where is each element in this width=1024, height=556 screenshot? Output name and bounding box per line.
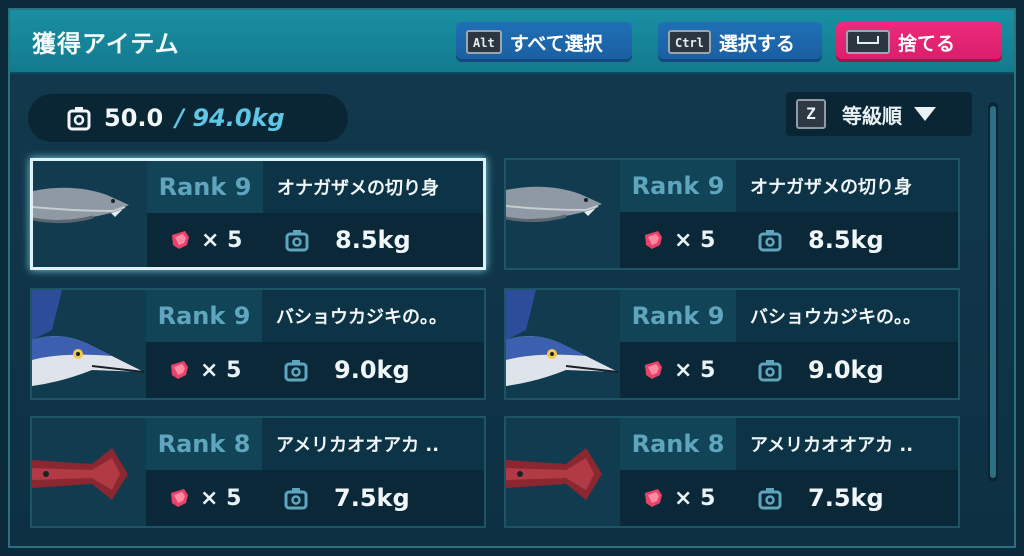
item-card[interactable]: Rank 9 オナガザメの切り身 × 5 8.5kg (504, 158, 960, 270)
item-name: オナガザメの切り身 (736, 160, 958, 212)
sort-dropdown[interactable]: Z 等級順 (786, 92, 972, 136)
rank-cell: Rank 9 (147, 161, 263, 213)
select-all-button[interactable]: Alt すべて選択 (456, 22, 632, 62)
meat-icon (645, 489, 662, 507)
item-quantity: × 5 (201, 227, 243, 253)
acquired-items-panel: 獲得アイテム Alt すべて選択 Ctrl 選択する 捨てる 50.0 / 94… (8, 8, 1016, 548)
current-weight: 50.0 (104, 104, 164, 132)
item-stats: × 5 9.0kg (146, 342, 484, 398)
marlin-thumbnail (32, 290, 146, 398)
item-weight: 8.5kg (335, 226, 411, 254)
weight-icon (758, 360, 782, 382)
space-key-icon (846, 30, 890, 54)
item-stats: × 5 8.5kg (147, 213, 483, 267)
weight-icon (284, 360, 308, 382)
scale-icon (67, 107, 91, 131)
rank-cell: Rank 9 (146, 290, 262, 342)
weight-icon (758, 488, 782, 510)
rank-label: Rank 8 (157, 430, 251, 458)
sort-label: 等級順 (842, 103, 902, 128)
scrollbar-thumb[interactable] (990, 106, 996, 478)
item-weight: 8.5kg (808, 226, 884, 254)
alt-key-icon: Alt (466, 30, 502, 54)
item-weight: 9.0kg (808, 356, 884, 384)
squid-thumbnail (506, 418, 620, 526)
panel-title: 獲得アイテム (32, 30, 180, 58)
dropdown-triangle-icon (914, 107, 936, 121)
item-stats: × 5 8.5kg (620, 212, 958, 268)
item-quantity: × 5 (200, 485, 242, 511)
rank-cell: Rank 9 (620, 160, 736, 212)
rank-cell: Rank 8 (620, 418, 736, 470)
select-label: 選択する (718, 32, 795, 55)
meat-icon (171, 361, 188, 379)
rank-label: Rank 9 (157, 302, 251, 330)
marlin-thumbnail (506, 290, 620, 398)
z-key-icon: Z (796, 99, 826, 129)
item-stats: × 5 7.5kg (620, 470, 958, 526)
item-name: アメリカオオアカ .. (736, 418, 958, 470)
item-quantity: × 5 (674, 357, 716, 383)
rank-label: Rank 9 (158, 173, 252, 201)
item-card[interactable]: Rank 9 バショウカジキの。。 × 5 9.0kg (30, 288, 486, 400)
rank-label: Rank 9 (631, 302, 725, 330)
rank-cell: Rank 8 (146, 418, 262, 470)
item-card[interactable]: Rank 8 アメリカオオアカ .. × 5 7.5kg (504, 416, 960, 528)
item-quantity: × 5 (674, 227, 716, 253)
ctrl-key-icon: Ctrl (668, 30, 711, 54)
item-card[interactable]: Rank 8 アメリカオオアカ .. × 5 7.5kg (30, 416, 486, 528)
weight-icon (284, 488, 308, 510)
meat-icon (645, 361, 662, 379)
item-weight: 9.0kg (334, 356, 410, 384)
select-button[interactable]: Ctrl 選択する (658, 22, 822, 62)
shark-thumbnail (506, 160, 620, 268)
shark-thumbnail (33, 161, 147, 267)
item-stats: × 5 7.5kg (146, 470, 484, 526)
item-card[interactable]: Rank 9 オナガザメの切り身 × 5 8.5kg (30, 158, 486, 270)
weight-icon (758, 230, 782, 252)
discard-button[interactable]: 捨てる (836, 22, 1002, 62)
item-quantity: × 5 (674, 485, 716, 511)
item-name: アメリカオオアカ .. (262, 418, 484, 470)
rank-cell: Rank 9 (620, 290, 736, 342)
item-name: バショウカジキの。。 (262, 290, 484, 342)
item-name: オナガザメの切り身 (263, 161, 483, 213)
item-weight: 7.5kg (808, 484, 884, 512)
meat-icon (172, 231, 189, 249)
item-name: バショウカジキの。。 (736, 290, 958, 342)
max-weight: / 94.0kg (175, 104, 285, 132)
select-all-label: すべて選択 (509, 32, 603, 55)
item-stats: × 5 9.0kg (620, 342, 958, 398)
meat-icon (171, 489, 188, 507)
item-weight: 7.5kg (334, 484, 410, 512)
discard-label: 捨てる (898, 32, 956, 55)
panel-header: 獲得アイテム Alt すべて選択 Ctrl 選択する 捨てる (10, 10, 1014, 74)
weight-icon (285, 230, 309, 252)
rank-label: Rank 9 (631, 172, 725, 200)
meat-icon (645, 231, 662, 249)
item-card[interactable]: Rank 9 バショウカジキの。。 × 5 9.0kg (504, 288, 960, 400)
rank-label: Rank 8 (631, 430, 725, 458)
weight-capacity: 50.0 / 94.0kg (28, 94, 348, 142)
item-quantity: × 5 (200, 357, 242, 383)
squid-thumbnail (32, 418, 146, 526)
